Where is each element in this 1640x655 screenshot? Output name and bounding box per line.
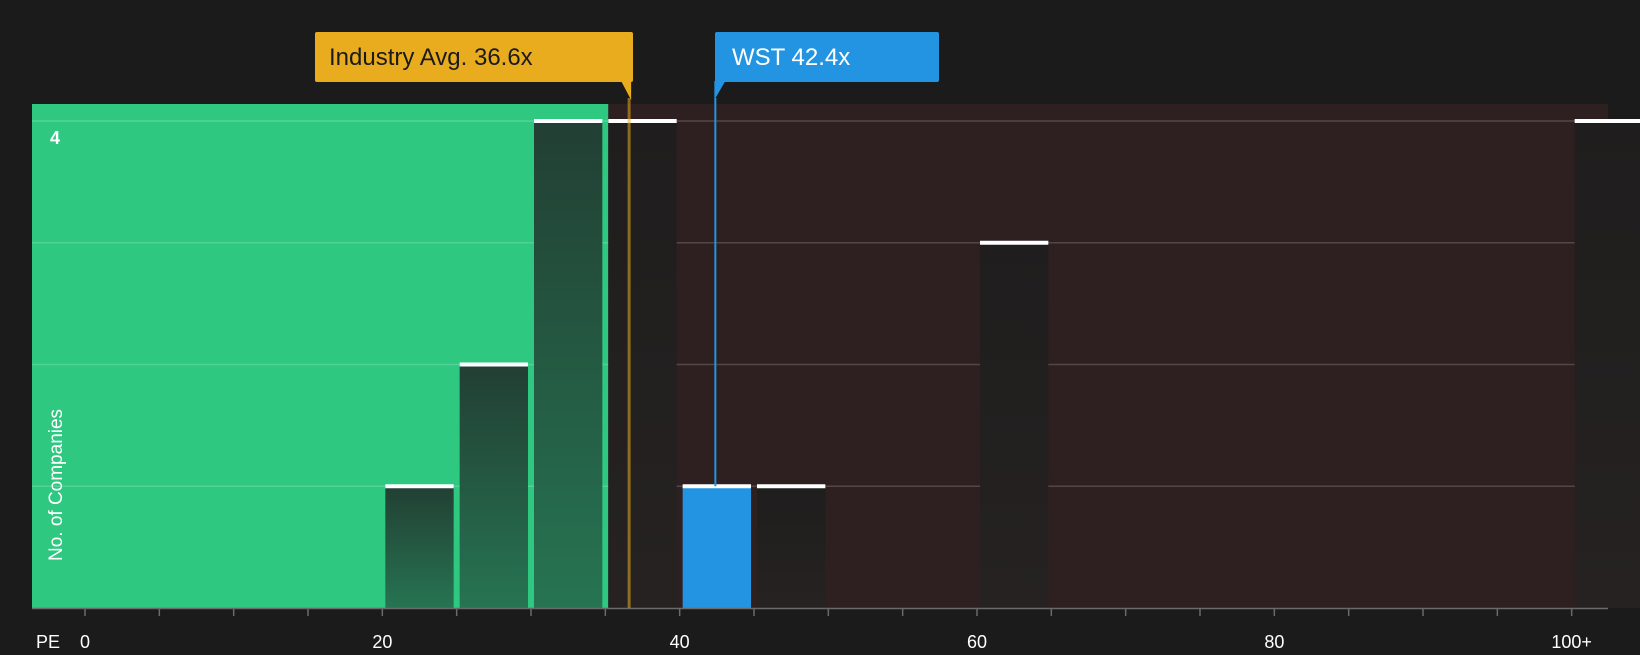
x-tick-label: 0 xyxy=(80,632,90,650)
histogram-bar-3 xyxy=(608,121,677,608)
histogram-bar-7 xyxy=(1574,121,1640,608)
histogram-bar-0 xyxy=(385,486,454,608)
histogram-bar-cap-2 xyxy=(534,119,603,123)
pe-distribution-chart: 0 20 40 60 80 100+ PE 4 No. of Companies Industry… xyxy=(0,0,1640,652)
x-tick-label: 60 xyxy=(967,632,987,650)
histogram-bar-1 xyxy=(459,364,528,608)
x-axis-label: PE xyxy=(36,632,60,650)
histogram-bar-4 xyxy=(682,486,751,608)
industry-avg-label: Industry Avg. 36.6x xyxy=(329,44,533,71)
histogram-bar-5 xyxy=(757,486,826,608)
histogram-bar-cap-4 xyxy=(682,484,751,489)
company-pe-pointer xyxy=(714,81,726,100)
histogram-bar-cap-3 xyxy=(608,119,677,123)
histogram-bar-6 xyxy=(980,242,1049,608)
x-tick-label: 40 xyxy=(670,632,690,650)
chart-svg: 0 20 40 60 80 100+ PE 4 No. of Companies Industry… xyxy=(32,32,1640,652)
y-axis-label: No. of Companies xyxy=(46,409,67,561)
x-tick-label: 100+ xyxy=(1551,632,1592,650)
histogram-bar-cap-1 xyxy=(459,362,528,367)
company-pe-label: WST 42.4x xyxy=(732,44,850,71)
x-tick-label: 20 xyxy=(372,632,392,650)
histogram-bar-cap-0 xyxy=(385,484,454,489)
x-tick-label: 80 xyxy=(1264,632,1284,650)
histogram-bar-cap-5 xyxy=(757,484,826,489)
histogram-bar-cap-6 xyxy=(980,240,1049,245)
histogram-bar-2 xyxy=(534,121,603,608)
industry-avg-pointer xyxy=(621,81,632,100)
y-tick-label: 4 xyxy=(50,128,60,148)
histogram-bar-cap-7 xyxy=(1574,119,1640,123)
